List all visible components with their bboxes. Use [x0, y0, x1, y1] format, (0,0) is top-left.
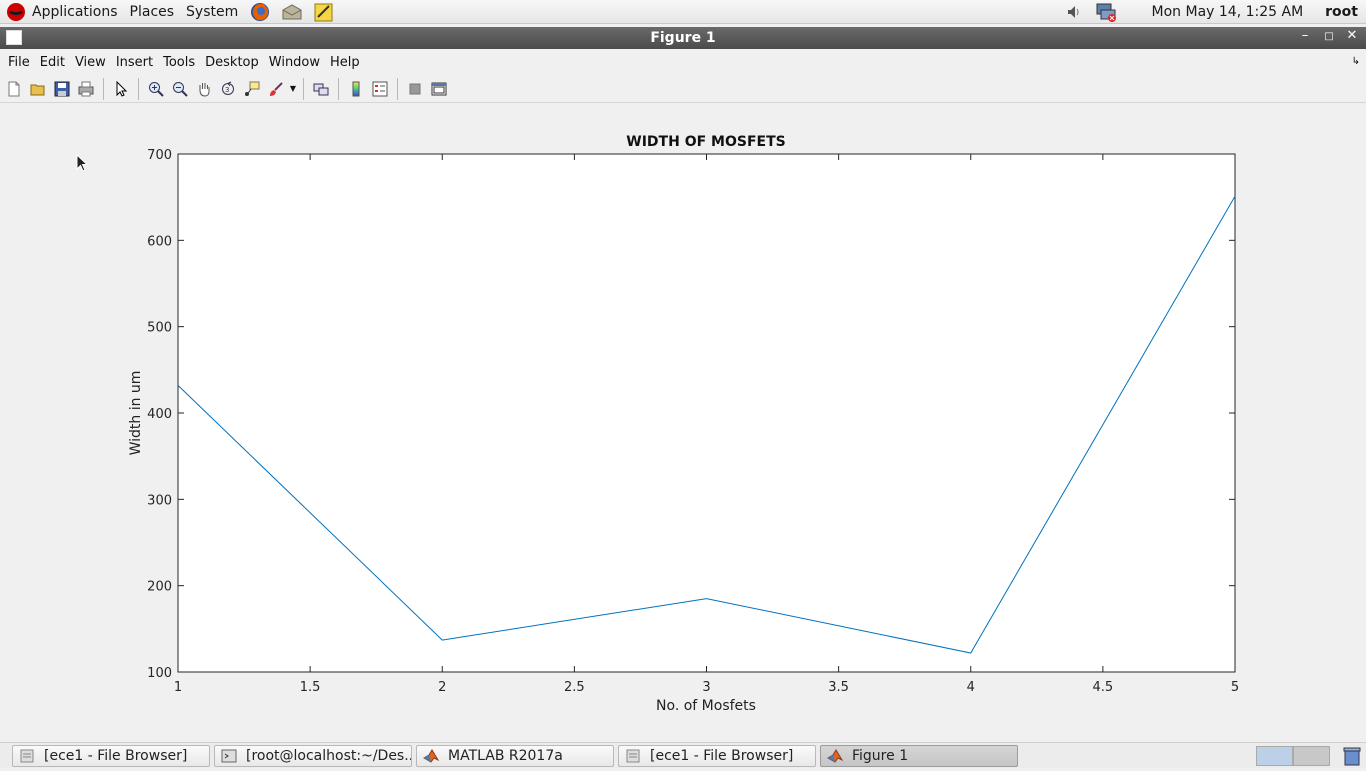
- link-plot-icon[interactable]: [309, 77, 333, 101]
- terminal-icon: [221, 749, 237, 762]
- menu-view[interactable]: View: [70, 55, 111, 70]
- mouse-cursor-icon: [76, 154, 88, 172]
- x-tick-label: 3: [702, 680, 710, 695]
- legend-icon[interactable]: [368, 77, 392, 101]
- redhat-logo-icon[interactable]: [6, 2, 26, 22]
- plot-area[interactable]: [177, 153, 1236, 673]
- select-arrow-icon[interactable]: [109, 77, 133, 101]
- workspace-switcher: [1256, 746, 1330, 766]
- svg-text:3: 3: [225, 86, 229, 94]
- colorbar-icon[interactable]: [344, 77, 368, 101]
- print-icon[interactable]: [74, 77, 98, 101]
- x-tick-label: 4: [967, 680, 975, 695]
- zoom-out-icon[interactable]: [168, 77, 192, 101]
- task-label: MATLAB R2017a: [448, 747, 563, 764]
- x-tick-label: 4.5: [1093, 680, 1114, 695]
- menu-insert[interactable]: Insert: [111, 55, 158, 70]
- system-menu[interactable]: System: [180, 0, 244, 24]
- y-tick-label: 600: [147, 234, 172, 249]
- file-browser-icon: [626, 749, 640, 762]
- save-icon[interactable]: [50, 77, 74, 101]
- firefox-icon[interactable]: [248, 1, 272, 23]
- task-label: Figure 1: [852, 747, 909, 764]
- y-tick-label: 400: [147, 407, 172, 422]
- x-tick-label: 2.5: [564, 680, 585, 695]
- task-file-browser-2[interactable]: [ece1 - File Browser]: [618, 744, 816, 767]
- menu-edit[interactable]: Edit: [35, 55, 70, 70]
- volume-icon[interactable]: [1062, 1, 1086, 23]
- matlab-icon: [423, 748, 439, 763]
- y-tick-label: 300: [147, 493, 172, 508]
- task-file-browser[interactable]: [ece1 - File Browser]: [12, 744, 210, 767]
- y-tick-label: 200: [147, 580, 172, 595]
- task-label: [ece1 - File Browser]: [44, 747, 188, 764]
- dock-arrow-icon[interactable]: ↳: [1352, 56, 1360, 67]
- mail-icon[interactable]: [280, 1, 304, 23]
- toolbar-separator: [338, 77, 339, 100]
- zoom-in-icon[interactable]: [144, 77, 168, 101]
- open-icon[interactable]: [26, 77, 50, 101]
- toolbar-separator: [103, 77, 104, 100]
- y-tick-label: 500: [147, 321, 172, 336]
- workspace-1[interactable]: [1256, 746, 1293, 766]
- new-figure-icon[interactable]: [2, 77, 26, 101]
- toolbar-separator: [397, 77, 398, 100]
- y-tick-label: 700: [147, 148, 172, 163]
- figure-toolbar: 3 ▼: [0, 75, 1366, 103]
- task-label: [ece1 - File Browser]: [650, 747, 794, 764]
- brush-icon[interactable]: [264, 77, 288, 101]
- toolbar-separator: [303, 77, 304, 100]
- pan-hand-icon[interactable]: [192, 77, 216, 101]
- task-label: [root@localhost:~/Des...: [246, 747, 412, 764]
- figure-menubar: File Edit View Insert Tools Desktop Wind…: [0, 51, 1366, 73]
- menu-desktop[interactable]: Desktop: [200, 55, 264, 70]
- data-cursor-icon[interactable]: [240, 77, 264, 101]
- x-tick-label: 5: [1231, 680, 1239, 695]
- user-name[interactable]: root: [1325, 4, 1358, 20]
- matlab-icon: [827, 748, 843, 763]
- rotate-3d-icon[interactable]: 3: [216, 77, 240, 101]
- task-figure-1[interactable]: Figure 1: [820, 744, 1018, 767]
- close-icon[interactable]: ✕: [1343, 28, 1361, 43]
- x-tick-label: 1.5: [300, 680, 321, 695]
- notes-icon[interactable]: [312, 1, 336, 23]
- y-tick-label: 100: [147, 666, 172, 681]
- file-browser-icon: [20, 749, 34, 762]
- x-tick-label: 1: [174, 680, 182, 695]
- hide-plot-tools-icon[interactable]: [403, 77, 427, 101]
- minimize-icon[interactable]: –: [1296, 28, 1314, 43]
- applications-menu[interactable]: Applications: [26, 0, 124, 24]
- menu-window[interactable]: Window: [264, 55, 325, 70]
- places-menu[interactable]: Places: [124, 0, 181, 24]
- menu-tools[interactable]: Tools: [158, 55, 200, 70]
- taskbar: [ece1 - File Browser] [root@localhost:~/…: [0, 742, 1366, 768]
- top-panel: Applications Places System Mon May 14, 1…: [0, 0, 1366, 24]
- clock[interactable]: Mon May 14, 1:25 AM: [1152, 4, 1304, 20]
- maximize-icon[interactable]: □: [1320, 31, 1338, 42]
- y-axis-label: Width in um: [128, 371, 144, 456]
- menu-file[interactable]: File: [3, 55, 35, 70]
- x-tick-label: 2: [438, 680, 446, 695]
- window-title: Figure 1: [650, 30, 716, 46]
- figure-canvas[interactable]: WIDTH OF MOSFETS 1 1.5 2 2.5 3 3.5 4 4.5 5 100 200…: [0, 104, 1366, 740]
- x-tick-label: 3.5: [828, 680, 849, 695]
- trash-icon[interactable]: [1342, 745, 1362, 771]
- network-icon[interactable]: [1094, 1, 1118, 23]
- menu-help[interactable]: Help: [325, 55, 365, 70]
- plot-svg[interactable]: WIDTH OF MOSFETS 1 1.5 2 2.5 3 3.5 4 4.5 5 100 200…: [0, 104, 1366, 740]
- toolbar-separator: [138, 77, 139, 100]
- brush-dropdown-icon[interactable]: ▼: [288, 77, 298, 101]
- task-terminal[interactable]: [root@localhost:~/Des...: [214, 744, 412, 767]
- task-matlab[interactable]: MATLAB R2017a: [416, 744, 614, 767]
- show-plot-tools-icon[interactable]: [427, 77, 451, 101]
- x-axis-label: No. of Mosfets: [656, 698, 756, 714]
- workspace-2[interactable]: [1293, 746, 1330, 766]
- matlab-window-icon[interactable]: [6, 30, 22, 45]
- window-titlebar[interactable]: Figure 1 – □ ✕: [0, 27, 1366, 49]
- chart-title: WIDTH OF MOSFETS: [626, 134, 785, 150]
